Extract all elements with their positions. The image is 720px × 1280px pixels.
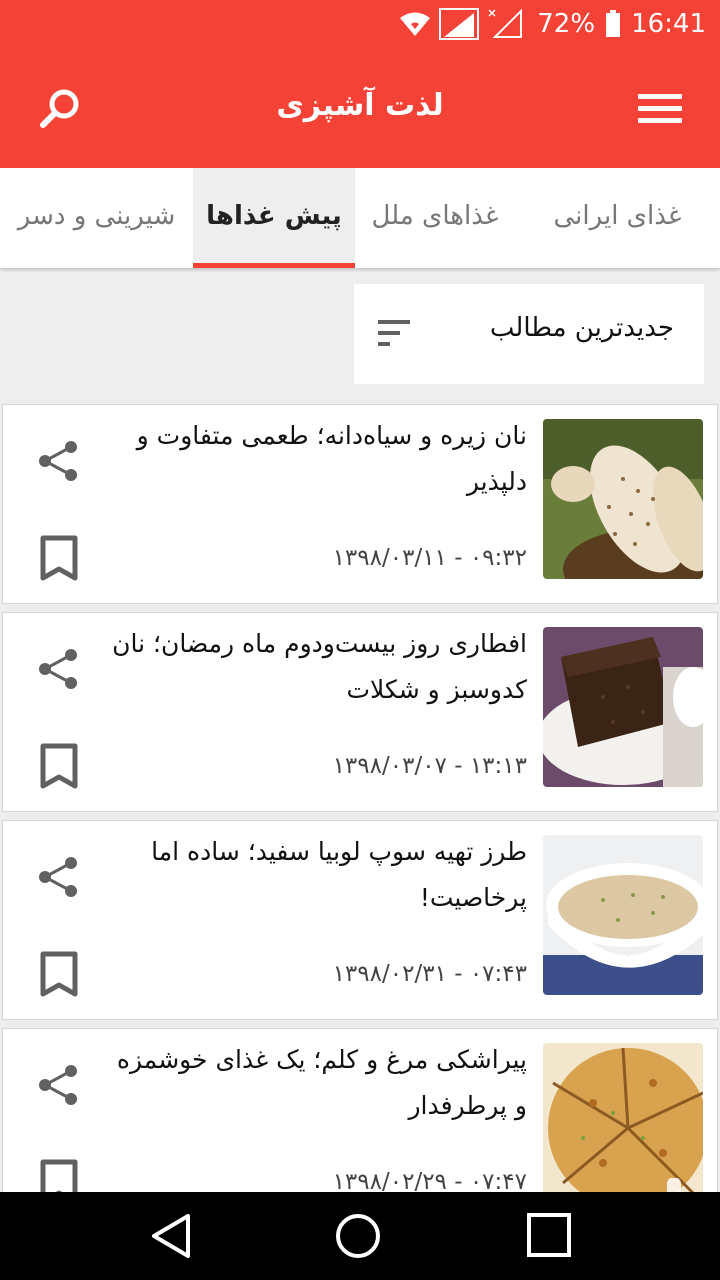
- share-icon[interactable]: [37, 855, 81, 899]
- signal-sim2-icon: [488, 8, 523, 38]
- sort-label: جدیدترین مطالب: [489, 313, 674, 343]
- menu-icon[interactable]: [638, 94, 682, 124]
- bookmark-icon[interactable]: [39, 535, 79, 581]
- system-nav-bar: [0, 1192, 720, 1280]
- tab-sweets-desserts[interactable]: شیرینی و دسر: [0, 168, 193, 268]
- sort-selector[interactable]: جدیدترین مطالب: [354, 284, 704, 384]
- article-title[interactable]: افطاری روز بیست‌ودوم ماه رمضان؛ نان کدوس…: [107, 621, 527, 713]
- tab-appetizers[interactable]: پیش غذاها: [193, 168, 355, 268]
- sort-icon: [378, 320, 410, 346]
- article-thumbnail-bean-soup[interactable]: [543, 835, 703, 995]
- article-card[interactable]: نان زیره و سیاه‌دانه؛ طعمی متفاوت و دلپذ…: [2, 404, 718, 604]
- bookmark-icon[interactable]: [39, 951, 79, 997]
- battery-icon: [606, 10, 621, 37]
- article-title[interactable]: پیراشکی مرغ و کلم؛ یک غذای خوشمزه و پرطر…: [107, 1037, 527, 1129]
- article-date: ۱۳۹۸/۰۲/۳۱ - ۰۷:۴۳: [332, 961, 527, 987]
- status-icons: [399, 8, 527, 40]
- bookmark-icon[interactable]: [39, 743, 79, 789]
- tab-iranian-food[interactable]: غذای ایرانی: [515, 168, 720, 268]
- recent-apps-icon[interactable]: [526, 1212, 572, 1258]
- share-icon[interactable]: [37, 647, 81, 691]
- back-icon[interactable]: [148, 1212, 194, 1260]
- status-bar: 72% 16:41: [0, 0, 720, 50]
- search-icon[interactable]: [36, 84, 84, 132]
- share-icon[interactable]: [37, 439, 81, 483]
- app-bar: لذت آشپزی: [0, 50, 720, 168]
- battery-level: 72%: [537, 9, 596, 39]
- home-icon[interactable]: [334, 1212, 382, 1260]
- article-thumbnail-bread[interactable]: [543, 419, 703, 579]
- clock: 16:41: [631, 9, 706, 39]
- share-icon[interactable]: [37, 1063, 81, 1107]
- app-title: لذت آشپزی: [276, 88, 444, 123]
- article-card[interactable]: طرز تهیه سوپ لوبیا سفید؛ ساده اما پرخاصی…: [2, 820, 718, 1020]
- signal-sim1-icon: [439, 8, 480, 40]
- article-title[interactable]: طرز تهیه سوپ لوبیا سفید؛ ساده اما پرخاصی…: [107, 829, 527, 921]
- article-thumbnail-chocolate-cake[interactable]: [543, 627, 703, 787]
- article-card[interactable]: افطاری روز بیست‌ودوم ماه رمضان؛ نان کدوس…: [2, 612, 718, 812]
- article-title[interactable]: نان زیره و سیاه‌دانه؛ طعمی متفاوت و دلپذ…: [107, 413, 527, 505]
- tab-international-food[interactable]: غذاهای ملل: [355, 168, 515, 268]
- wifi-icon: [400, 12, 431, 36]
- article-date: ۱۳۹۸/۰۳/۰۷ - ۱۳:۱۳: [332, 753, 527, 779]
- status-right: 72% 16:41: [399, 8, 706, 40]
- category-tabs: غذای ایرانی غذاهای ملل پیش غذاها شیرینی …: [0, 168, 720, 268]
- article-date: ۱۳۹۸/۰۳/۱۱ - ۰۹:۳۲: [332, 545, 527, 571]
